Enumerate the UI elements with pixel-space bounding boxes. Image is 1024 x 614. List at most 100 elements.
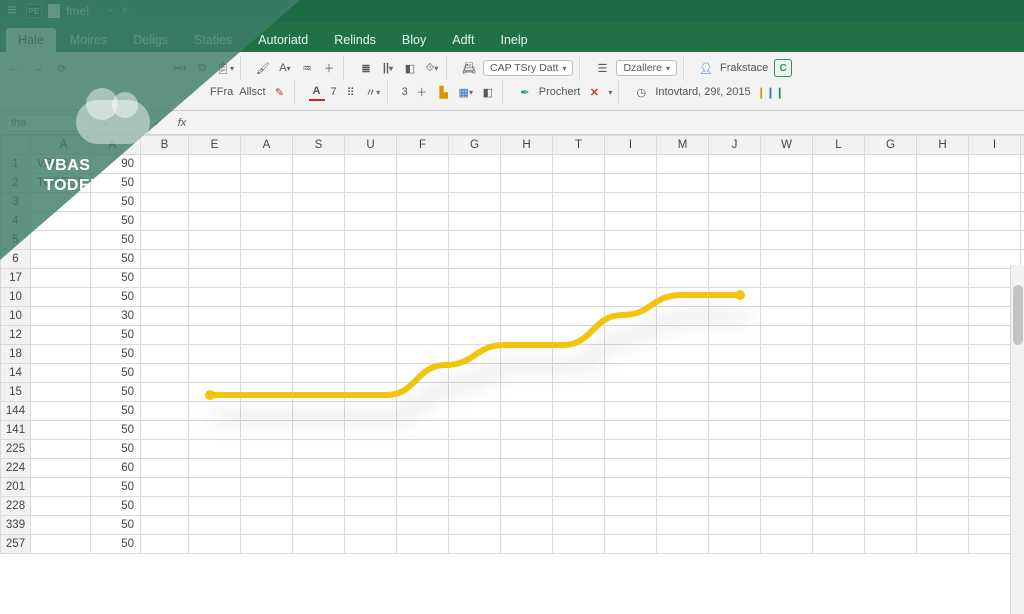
cell[interactable] (449, 326, 501, 345)
cell[interactable] (501, 212, 553, 231)
cell[interactable]: TODEET (31, 174, 91, 193)
cell[interactable] (657, 497, 709, 516)
cap-icon[interactable]: 📇︎ (461, 59, 477, 77)
cell[interactable] (141, 364, 189, 383)
cell[interactable] (917, 231, 969, 250)
cell[interactable] (449, 155, 501, 174)
col-header[interactable]: B (141, 136, 189, 155)
cell[interactable] (397, 478, 449, 497)
cell[interactable] (345, 231, 397, 250)
tab-hale[interactable]: Hale (6, 28, 56, 52)
cell[interactable] (397, 440, 449, 459)
col-header[interactable]: S (293, 136, 345, 155)
cell[interactable] (501, 516, 553, 535)
cell[interactable] (293, 402, 345, 421)
cell[interactable] (189, 402, 241, 421)
cell[interactable] (31, 326, 91, 345)
list-icon[interactable]: ☰ (594, 59, 610, 77)
tab-moires[interactable]: Moires (58, 28, 120, 52)
cell[interactable] (865, 269, 917, 288)
cell[interactable] (761, 212, 813, 231)
cell[interactable] (761, 193, 813, 212)
cell[interactable]: VBAS (31, 155, 91, 174)
cell[interactable] (865, 535, 917, 554)
cell[interactable] (917, 155, 969, 174)
cell[interactable]: 50 (91, 250, 141, 269)
allsct-label[interactable]: Allsct (239, 86, 265, 98)
row-header[interactable]: 5 (1, 231, 31, 250)
cell[interactable] (917, 326, 969, 345)
cell[interactable] (969, 231, 1021, 250)
cell[interactable] (605, 174, 657, 193)
cell[interactable] (501, 364, 553, 383)
cell[interactable] (709, 440, 761, 459)
cell[interactable]: 50 (91, 193, 141, 212)
cell[interactable] (293, 193, 345, 212)
fx-check-icon[interactable]: ✓ (150, 114, 166, 132)
corner-cell[interactable] (1, 136, 31, 155)
row-header[interactable]: 224 (1, 459, 31, 478)
cell[interactable] (397, 421, 449, 440)
cell[interactable] (917, 459, 969, 478)
fx-icon[interactable]: fx (174, 114, 190, 132)
cell[interactable] (189, 497, 241, 516)
paint-icon[interactable]: 🖌︎ (255, 59, 271, 77)
cell[interactable] (449, 193, 501, 212)
row-header[interactable]: 15 (1, 383, 31, 402)
cell[interactable]: 50 (91, 516, 141, 535)
copy-icon[interactable]: ⧉ (194, 59, 210, 77)
cell[interactable] (31, 212, 91, 231)
cell[interactable] (657, 459, 709, 478)
cell[interactable] (241, 231, 293, 250)
cell[interactable] (917, 402, 969, 421)
cell[interactable] (397, 516, 449, 535)
cell[interactable] (141, 421, 189, 440)
cell[interactable] (709, 307, 761, 326)
row-header[interactable]: 339 (1, 516, 31, 535)
cell[interactable] (397, 497, 449, 516)
cell[interactable] (141, 307, 189, 326)
cell[interactable] (293, 326, 345, 345)
cell[interactable] (501, 402, 553, 421)
cell[interactable] (553, 193, 605, 212)
row-header[interactable]: 4 (1, 212, 31, 231)
cell[interactable] (345, 174, 397, 193)
cell[interactable] (241, 193, 293, 212)
cell[interactable] (605, 193, 657, 212)
plus-icon[interactable]: ＋ (321, 59, 337, 77)
tab-autoriatd[interactable]: Autoriatd (246, 28, 320, 52)
cell[interactable] (241, 497, 293, 516)
cell[interactable] (553, 516, 605, 535)
cell[interactable] (657, 288, 709, 307)
merge-icon[interactable]: ◧ (402, 59, 418, 77)
cell[interactable] (31, 497, 91, 516)
cell[interactable] (709, 402, 761, 421)
cell[interactable] (449, 250, 501, 269)
cell[interactable] (917, 250, 969, 269)
cell[interactable] (345, 497, 397, 516)
cell[interactable] (141, 326, 189, 345)
cell[interactable] (709, 364, 761, 383)
cell[interactable] (449, 212, 501, 231)
cell[interactable] (449, 535, 501, 554)
cell[interactable] (345, 193, 397, 212)
cell[interactable] (449, 307, 501, 326)
cell[interactable] (293, 231, 345, 250)
cell[interactable] (241, 402, 293, 421)
cell[interactable]: 50 (91, 288, 141, 307)
col-header[interactable]: T (553, 136, 605, 155)
cell[interactable] (241, 174, 293, 193)
col-header[interactable]: L (813, 136, 865, 155)
row-header[interactable]: 228 (1, 497, 31, 516)
tab-relinds[interactable]: Relinds (322, 28, 388, 52)
cell[interactable] (397, 174, 449, 193)
cell[interactable] (189, 516, 241, 535)
cell[interactable] (553, 326, 605, 345)
cell[interactable] (345, 345, 397, 364)
cell[interactable] (813, 326, 865, 345)
cell[interactable]: 50 (91, 174, 141, 193)
cell[interactable] (501, 535, 553, 554)
cell[interactable] (397, 269, 449, 288)
cell[interactable] (761, 497, 813, 516)
cell[interactable] (449, 364, 501, 383)
